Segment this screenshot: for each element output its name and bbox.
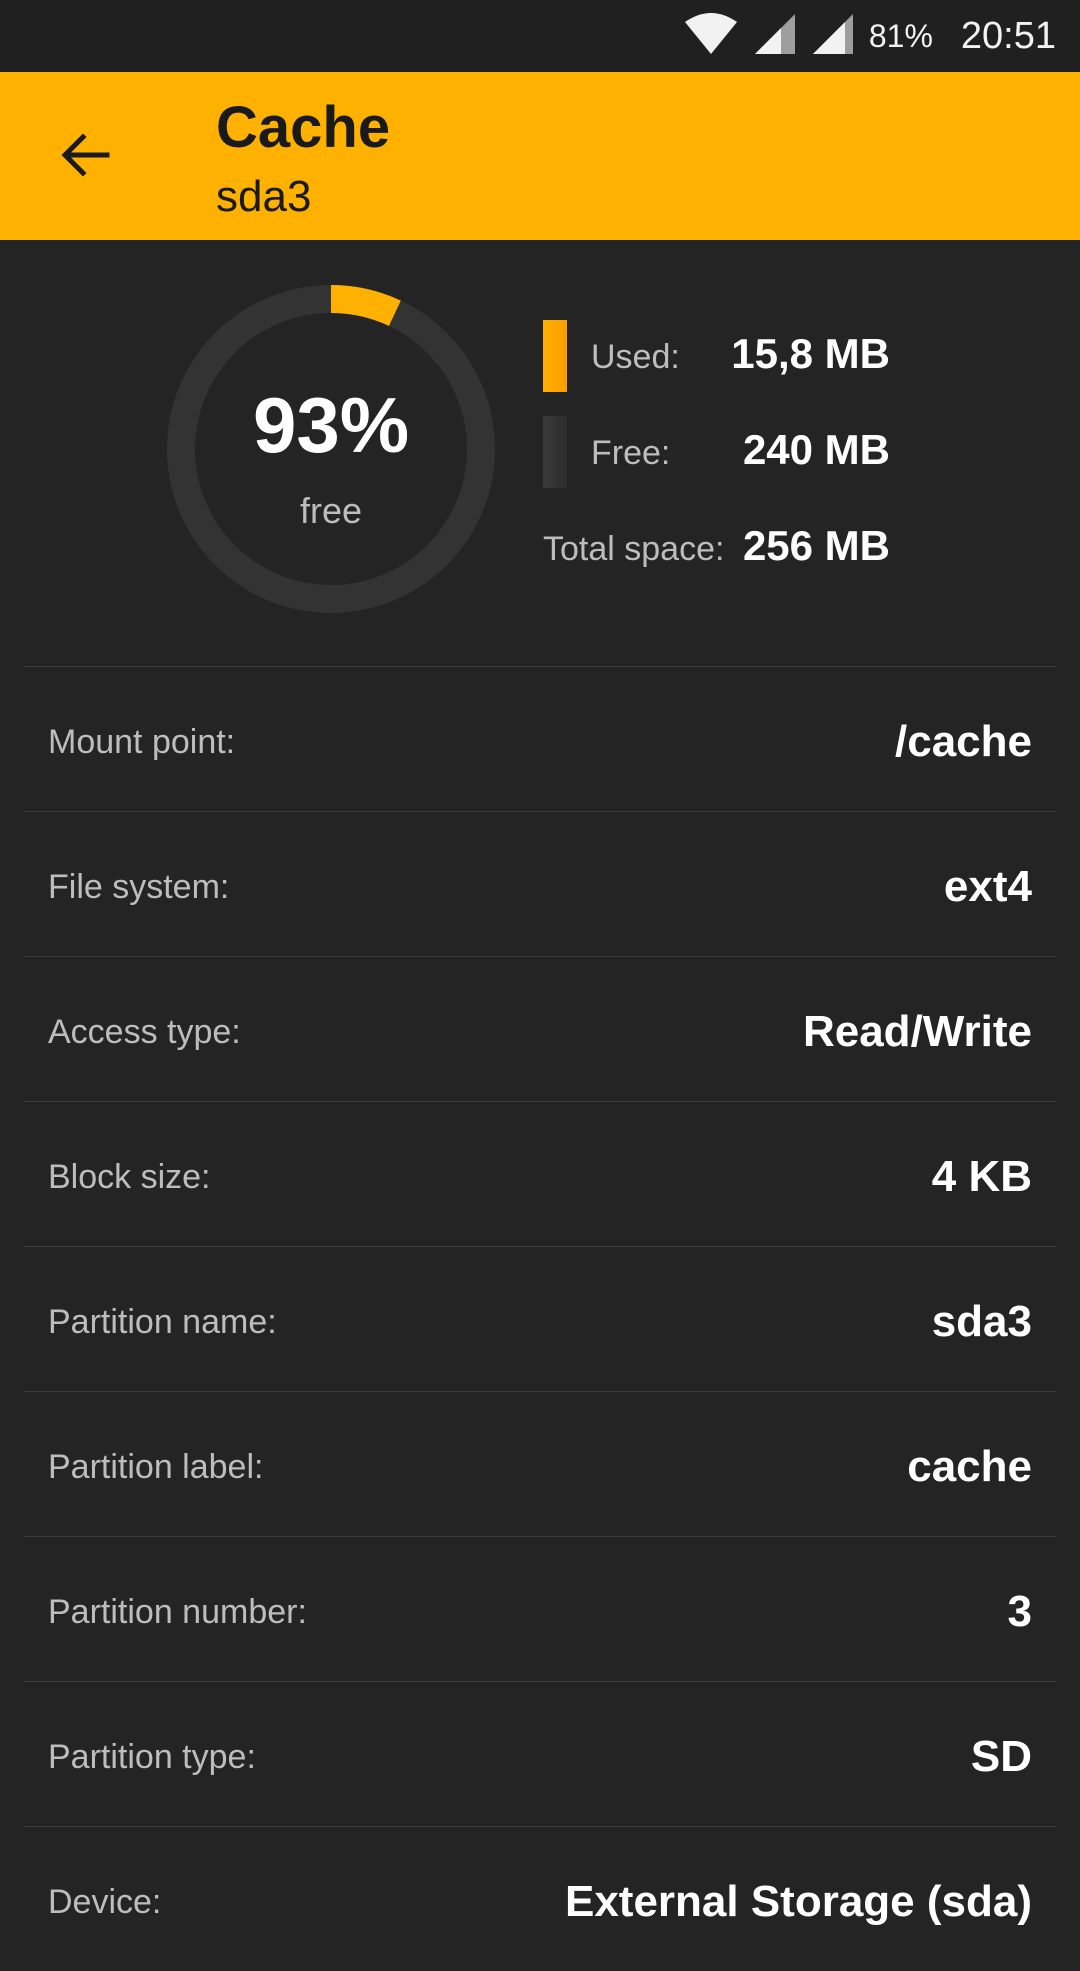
free-value: 240 MB	[742, 426, 890, 473]
detail-label: Partition number:	[48, 1593, 307, 1631]
page-subtitle: sda3	[216, 172, 312, 221]
clock: 20:51	[960, 14, 1056, 57]
status-icons: 81% 20:51	[683, 0, 1056, 72]
detail-row-partition-number: Partition number: 3	[24, 1536, 1056, 1681]
detail-row-access-type: Access type: Read/Write	[24, 956, 1056, 1101]
free-swatch	[543, 416, 567, 488]
app-bar: Cache sda3	[0, 72, 1080, 240]
used-label: Used:	[591, 338, 680, 376]
detail-label: Partition type:	[48, 1738, 256, 1776]
signal-icon-1	[753, 12, 797, 61]
detail-value: ext4	[943, 862, 1032, 911]
free-percent: 93%	[252, 381, 410, 469]
detail-label: Mount point:	[48, 723, 236, 761]
detail-label: Partition name:	[48, 1303, 277, 1341]
detail-row-partition-name: Partition name: sda3	[24, 1246, 1056, 1391]
wifi-icon	[683, 12, 739, 61]
detail-value: sda3	[931, 1297, 1032, 1346]
detail-row-mount-point: Mount point: /cache	[24, 666, 1056, 811]
details-list: Mount point: /cache File system: ext4 Ac…	[24, 666, 1056, 1971]
status-bar: 81% 20:51	[0, 0, 1080, 72]
detail-value: 3	[1007, 1587, 1032, 1636]
storage-summary: 93% free Used: 15,8 MB Free: 240 MB Tota…	[0, 240, 1080, 666]
detail-label: Block size:	[48, 1158, 211, 1196]
detail-label: Access type:	[48, 1013, 241, 1051]
used-value: 15,8 MB	[731, 330, 890, 377]
detail-label: File system:	[48, 868, 230, 906]
detail-row-file-system: File system: ext4	[24, 811, 1056, 956]
detail-label: Partition label:	[48, 1448, 264, 1486]
total-value: 256 MB	[742, 522, 890, 569]
detail-row-partition-label: Partition label: cache	[24, 1391, 1056, 1536]
free-label: free	[299, 490, 363, 531]
total-label: Total space:	[543, 530, 725, 568]
signal-icon-2	[811, 12, 855, 61]
detail-row-device: Device: External Storage (sda)	[24, 1826, 1056, 1971]
detail-value: 4 KB	[931, 1152, 1032, 1201]
detail-value: SD	[970, 1732, 1032, 1781]
battery-percent: 81%	[868, 17, 933, 54]
detail-value: /cache	[895, 717, 1032, 766]
page-title: Cache	[216, 95, 391, 160]
detail-value: cache	[907, 1442, 1032, 1491]
detail-row-block-size: Block size: 4 KB	[24, 1101, 1056, 1246]
detail-value: Read/Write	[802, 1007, 1032, 1056]
detail-label: Device:	[48, 1883, 162, 1921]
used-swatch	[543, 320, 567, 392]
arrow-left-icon	[59, 129, 111, 186]
detail-row-partition-type: Partition type: SD	[24, 1681, 1056, 1826]
free-label-legend: Free:	[591, 434, 671, 472]
back-button[interactable]	[40, 112, 130, 202]
